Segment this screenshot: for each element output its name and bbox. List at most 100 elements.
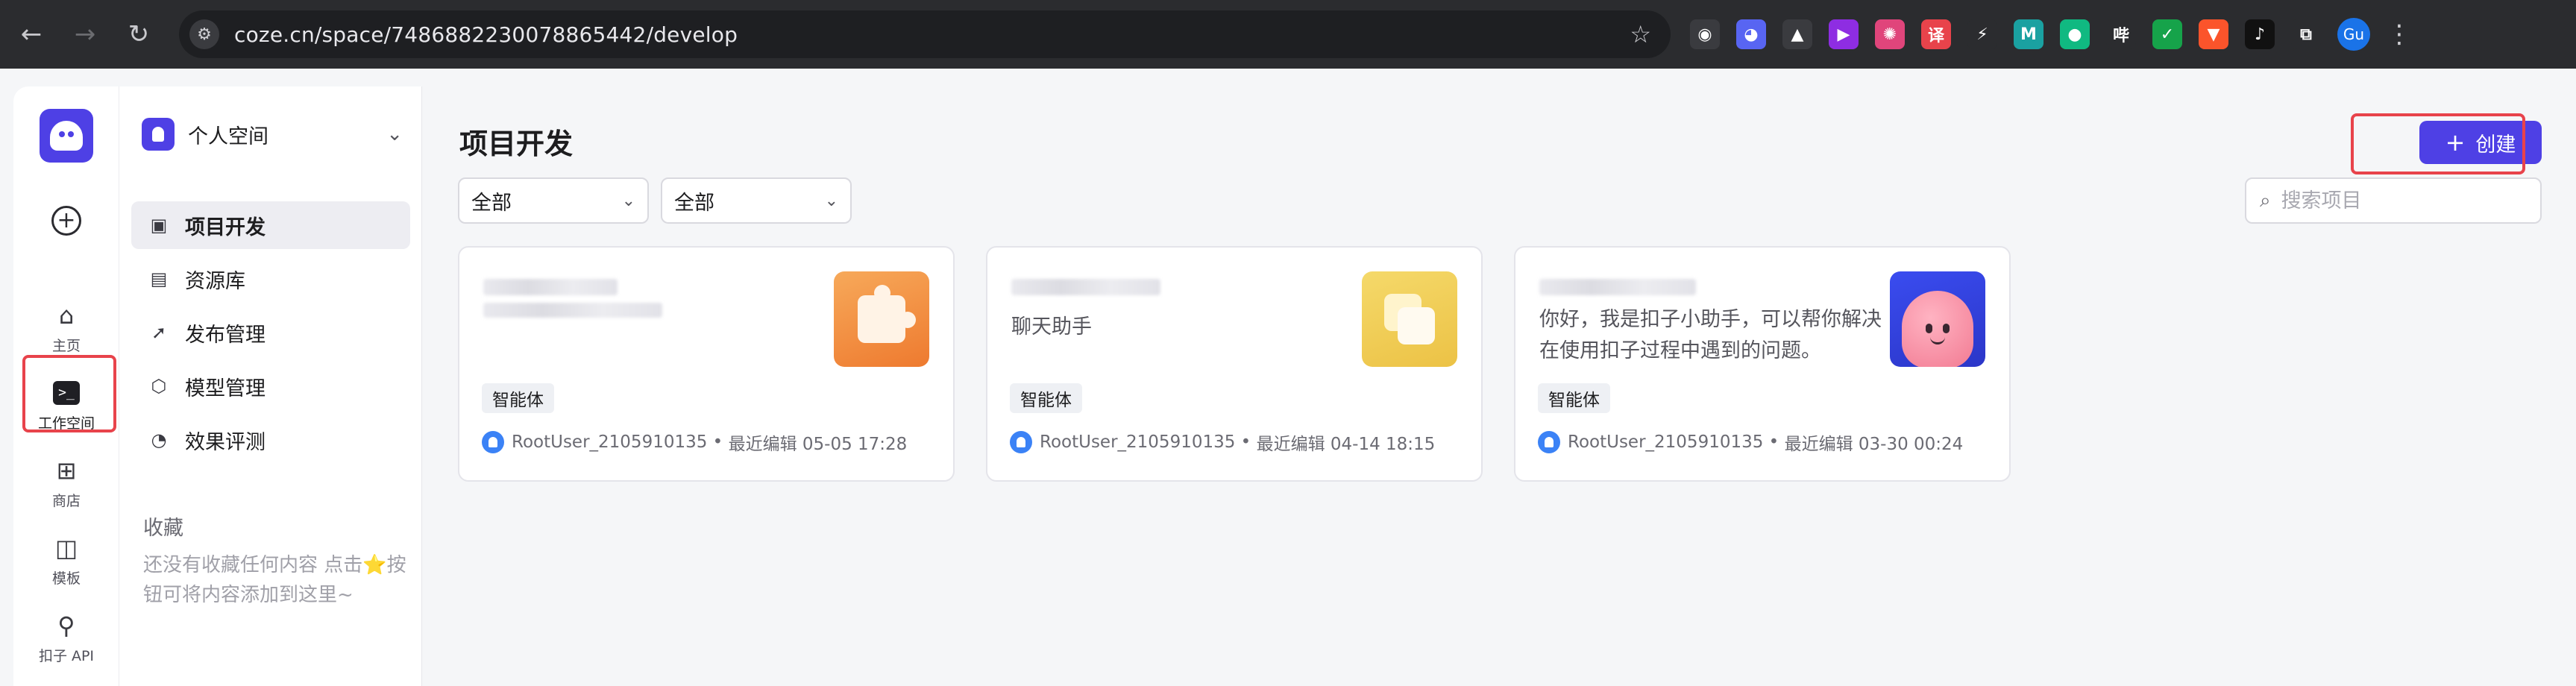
rail-item-store[interactable]: ⊞ 商店 — [13, 447, 119, 517]
meta-separator: • — [1235, 432, 1257, 452]
address-bar[interactable]: ⚙ coze.cn/space/7486882230078865442/deve… — [179, 10, 1671, 58]
bot-icon: ▣ — [150, 215, 168, 236]
bilibili-ext-icon[interactable]: 哔 — [2106, 19, 2136, 49]
rail-item-api[interactable]: ⚲ 扣子 API — [13, 602, 119, 673]
type-filter-select[interactable]: 全部 ⌄ — [458, 177, 649, 224]
copy-squares-icon — [1362, 271, 1457, 367]
tiktok-ext-icon[interactable]: ♪ — [2245, 19, 2275, 49]
search-icon: ⌕ — [2260, 189, 2271, 212]
workspace-sidebar: 个人空间 ⌄ ▣ 项目开发 ▤ 资源库 ➚ 发布管理 ⬡ 模型管理 ◔ 效果评测… — [119, 86, 422, 686]
reload-icon[interactable]: ↻ — [116, 12, 161, 57]
menu-item-projects[interactable]: ▣ 项目开发 — [131, 201, 410, 249]
highlight-create — [2351, 113, 2525, 174]
rail-item-templates[interactable]: ◫ 模板 — [13, 525, 119, 595]
brave-ext-icon[interactable]: ▼ — [2199, 19, 2228, 49]
template-icon: ◫ — [54, 533, 78, 562]
page-title: 项目开发 — [459, 128, 574, 160]
owner-name: RootUser_2105910135 — [1568, 432, 1764, 452]
search-box[interactable]: ⌕ — [2245, 177, 2542, 224]
last-edited: 最近编辑 05-05 17:28 — [728, 435, 908, 454]
user-space-icon — [142, 118, 175, 151]
project-card[interactable]: 智能体 RootUser_2105910135 • 最近编辑 05-05 17:… — [458, 246, 955, 482]
project-card[interactable]: 聊天助手 智能体 RootUser_2105910135 • 最近编辑 04-1… — [986, 246, 1483, 482]
rail-item-label: 主页 — [51, 337, 81, 354]
main-content: 项目开发 + 创建 全部 ⌄ 全部 ⌄ ⌕ 智能体 RootUser — [422, 86, 2563, 686]
site-settings-icon[interactable]: ⚙ — [189, 19, 219, 49]
store-icon: ⊞ — [56, 456, 77, 485]
m-ext-icon[interactable]: M — [2014, 19, 2043, 49]
menu-item-label: 模型管理 — [185, 377, 266, 400]
openai-ext-icon[interactable]: ◉ — [1690, 19, 1720, 49]
card-description: 你好，我是扣子小助手，可以帮你解决在使用扣子过程中遇到的问题。 — [1539, 308, 1882, 362]
create-plus-icon[interactable]: + — [51, 206, 81, 236]
favorites-empty-text: 还没有收藏任何内容 点击⭐按钮可将内容添加到这里~ — [143, 554, 406, 606]
bookmark-star-icon[interactable]: ☆ — [1630, 20, 1651, 48]
owner-name: RootUser_2105910135 — [1040, 432, 1236, 452]
puzzle-ext-icon[interactable]: ⧉ — [2291, 19, 2321, 49]
meta-separator: • — [707, 432, 729, 452]
type-badge: 智能体 — [1538, 383, 1610, 413]
profile-avatar[interactable]: Gu — [2337, 18, 2370, 51]
highlight-workspace — [22, 355, 116, 432]
menu-item-evaluation[interactable]: ◔ 效果评测 — [131, 416, 410, 464]
puzzle-icon — [834, 271, 929, 367]
play-ext-icon[interactable]: ▶ — [1829, 19, 1859, 49]
bolt-ext-icon[interactable]: ⚡ — [1967, 19, 1997, 49]
cube-icon: ⬡ — [151, 376, 167, 397]
avatar — [482, 431, 504, 453]
last-edited: 最近编辑 04-14 18:15 — [1256, 435, 1436, 454]
rocket-icon: ➚ — [151, 322, 167, 343]
chevron-down-icon: ⌄ — [386, 123, 403, 145]
chatgpt-ext-icon[interactable]: ✺ — [1875, 19, 1905, 49]
blurred-title — [1011, 279, 1160, 295]
coze-app: + ⌂ 主页 >_ 工作空间 ⊞ 商店 ◫ 模板 ⚲ 扣子 API 个人空间 ⌄ — [0, 69, 2576, 686]
chevron-down-icon: ⌄ — [621, 191, 635, 210]
forward-icon[interactable]: → — [63, 12, 107, 57]
rail-item-label: 商店 — [51, 492, 81, 509]
meta-separator: • — [1763, 432, 1785, 452]
card-description: 聊天助手 — [1011, 315, 1092, 339]
filter-value: 全部 — [471, 191, 512, 215]
browser-menu-icon[interactable]: ⋮ — [2387, 19, 2412, 49]
menu-item-label: 项目开发 — [185, 215, 266, 239]
card-meta: RootUser_2105910135 • 最近编辑 05-05 17:28 — [482, 429, 907, 455]
last-edited: 最近编辑 03-30 00:24 — [1784, 435, 1964, 454]
rail-item-label: 模板 — [51, 570, 81, 587]
check-ext-icon[interactable]: ✓ — [2152, 19, 2182, 49]
back-icon[interactable]: ← — [9, 12, 54, 57]
menu-item-label: 资源库 — [185, 269, 245, 293]
gauge-icon: ◔ — [151, 429, 167, 450]
space-name: 个人空间 — [188, 125, 268, 148]
avatar — [1010, 431, 1032, 453]
home-icon: ⌂ — [58, 300, 75, 330]
triangle-ext-icon[interactable]: ▲ — [1782, 19, 1812, 49]
search-input[interactable] — [2281, 189, 2520, 213]
library-icon: ▤ — [150, 268, 168, 289]
menu-item-publish[interactable]: ➚ 发布管理 — [131, 309, 410, 356]
extensions-bar: ◉ ◕ ▲ ▶ ✺ 译 ⚡ M ● 哔 ✓ ▼ ♪ ⧉ Gu ⋮ — [1690, 16, 2412, 52]
favorites-title: 收藏 — [143, 517, 183, 540]
chat-bubble-ext-icon[interactable]: ● — [2060, 19, 2090, 49]
mascot-avatar-icon — [1890, 271, 1985, 367]
status-filter-select[interactable]: 全部 ⌄ — [661, 177, 852, 224]
rail-item-home[interactable]: ⌂ 主页 — [13, 292, 119, 362]
discord-ext-icon[interactable]: ◕ — [1736, 19, 1766, 49]
type-badge: 智能体 — [482, 383, 554, 413]
rail-item-label: 扣子 API — [38, 647, 95, 664]
blurred-title — [1539, 279, 1696, 295]
card-meta: RootUser_2105910135 • 最近编辑 04-14 18:15 — [1010, 429, 1435, 455]
blurred-title — [483, 279, 618, 295]
coze-logo[interactable] — [40, 109, 93, 163]
blurred-title — [483, 303, 662, 318]
card-meta: RootUser_2105910135 • 最近编辑 03-30 00:24 — [1538, 429, 1963, 455]
filter-value: 全部 — [674, 191, 714, 215]
project-card[interactable]: 你好，我是扣子小助手，可以帮你解决在使用扣子过程中遇到的问题。 智能体 Root… — [1514, 246, 2011, 482]
browser-toolbar: ← → ↻ ⚙ coze.cn/space/748688223007886544… — [0, 0, 2576, 69]
type-badge: 智能体 — [1010, 383, 1082, 413]
translate-ext-icon[interactable]: 译 — [1921, 19, 1951, 49]
space-selector[interactable]: 个人空间 ⌄ — [142, 113, 403, 155]
menu-item-library[interactable]: ▤ 资源库 — [131, 255, 410, 303]
url-text[interactable]: coze.cn/space/7486882230078865442/develo… — [234, 22, 738, 47]
menu-item-models[interactable]: ⬡ 模型管理 — [131, 362, 410, 410]
menu-item-label: 发布管理 — [185, 323, 266, 347]
